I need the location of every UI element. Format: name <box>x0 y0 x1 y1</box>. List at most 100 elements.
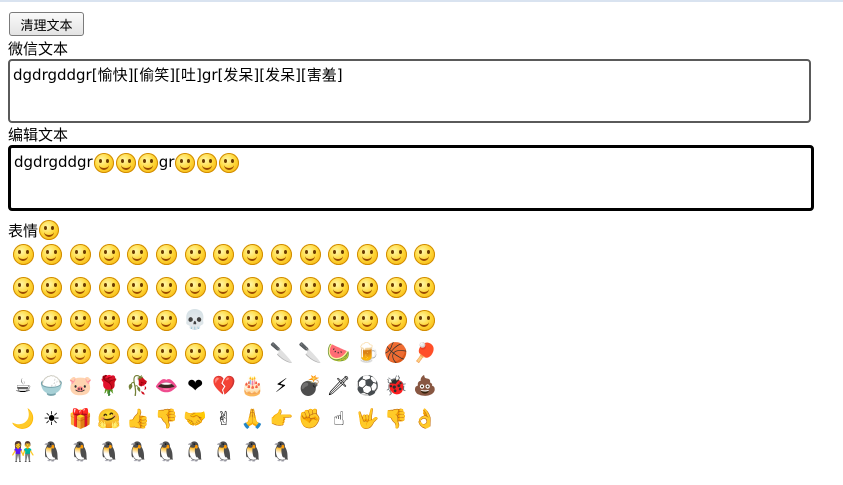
emoji-zip[interactable] <box>210 240 238 268</box>
emoji-cool[interactable] <box>124 240 152 268</box>
emoji-lightning[interactable]: ⚡ <box>267 372 295 400</box>
emoji-stare[interactable] <box>95 240 123 268</box>
emoji-heart[interactable]: ❤ <box>181 372 209 400</box>
emoji-snub[interactable] <box>66 339 94 367</box>
emoji-soldier[interactable] <box>411 273 439 301</box>
emoji-cleaver[interactable]: 🔪 <box>267 339 295 367</box>
emoji-right-hum[interactable] <box>9 339 37 367</box>
emoji-poop[interactable]: 💩 <box>411 372 439 400</box>
emoji-excited[interactable]: 🐧 <box>267 438 295 466</box>
emoji-sly[interactable] <box>382 306 410 334</box>
emoji-wronged[interactable] <box>95 339 123 367</box>
emoji-left-hum[interactable] <box>411 306 439 334</box>
emoji-rose[interactable]: 🌹 <box>95 372 123 400</box>
emoji-surprised[interactable] <box>411 240 439 268</box>
emoji-return[interactable]: 🐧 <box>181 438 209 466</box>
emoji-pingpong[interactable]: 🏓 <box>411 339 439 367</box>
emoji-angry[interactable] <box>325 240 353 268</box>
emoji-watermelon[interactable]: 🍉 <box>325 339 353 367</box>
emoji-roll-eyes[interactable] <box>210 273 238 301</box>
emoji-yawn[interactable] <box>38 339 66 367</box>
emoji-victory[interactable]: ✌ <box>210 405 238 433</box>
wechat-text-area[interactable]: dgdrgddgr[愉快][偷笑][吐]gr[发呆][发呆][害羞] <box>8 59 811 123</box>
emoji-couple[interactable]: 👫 <box>9 438 37 466</box>
emoji-smug[interactable] <box>239 273 267 301</box>
emoji-soccer[interactable]: ⚽ <box>353 372 381 400</box>
emoji-no[interactable]: 👎 <box>382 405 410 433</box>
emoji-love-you[interactable]: 🤟 <box>353 405 381 433</box>
emoji-curse[interactable] <box>38 306 66 334</box>
emoji-awkward[interactable] <box>353 306 381 334</box>
emoji-circle[interactable]: 🐧 <box>124 438 152 466</box>
emoji-startled[interactable] <box>210 339 238 367</box>
emoji-pinky[interactable]: ☝ <box>325 405 353 433</box>
emoji-scared[interactable] <box>325 273 353 301</box>
emoji-laugh[interactable] <box>382 273 410 301</box>
emoji-knife[interactable]: 🔪 <box>296 339 324 367</box>
emoji-hungry[interactable] <box>267 273 295 301</box>
emoji-fist-salute[interactable]: 🙏 <box>239 405 267 433</box>
emoji-struggle[interactable] <box>9 306 37 334</box>
emoji-knock[interactable] <box>210 306 238 334</box>
emoji-jump[interactable]: 🐧 <box>38 438 66 466</box>
emoji-smile[interactable] <box>9 240 37 268</box>
emoji-kiss[interactable] <box>181 339 209 367</box>
clear-text-button[interactable]: 清理文本 <box>9 12 84 36</box>
emoji-ok[interactable]: 👌 <box>411 405 439 433</box>
emoji-question[interactable] <box>66 306 94 334</box>
emoji-pick-nose[interactable] <box>296 306 324 334</box>
emoji-cold-sweat[interactable] <box>66 273 94 301</box>
emoji-shush[interactable] <box>95 306 123 334</box>
emoji-wilt[interactable]: 🥀 <box>124 372 152 400</box>
emoji-handshake[interactable]: 🤝 <box>181 405 209 433</box>
emoji-shiver[interactable]: 🐧 <box>66 438 94 466</box>
emoji-angry-penguin[interactable]: 🐧 <box>95 438 123 466</box>
emoji-lips[interactable]: 👄 <box>153 372 181 400</box>
emoji-heart-eyes[interactable] <box>66 240 94 268</box>
emoji-pout[interactable] <box>38 240 66 268</box>
emoji-moon[interactable]: 🌙 <box>9 405 37 433</box>
emoji-broken-heart[interactable]: 💔 <box>210 372 238 400</box>
edit-text-area[interactable]: dgdrgddgr gr <box>8 145 814 211</box>
emoji-applause[interactable] <box>325 306 353 334</box>
emoji-pleased[interactable] <box>181 273 209 301</box>
emoji-sneaky[interactable] <box>153 339 181 367</box>
emoji-cool2[interactable] <box>38 273 66 301</box>
emoji-thumbs-up[interactable]: 👍 <box>124 405 152 433</box>
emoji-gift[interactable]: 🎁 <box>66 405 94 433</box>
emoji-coffee[interactable]: ☕ <box>9 372 37 400</box>
emoji-basketball[interactable]: 🏀 <box>382 339 410 367</box>
emoji-cry-soon[interactable] <box>124 339 152 367</box>
emoji-grin[interactable] <box>382 240 410 268</box>
emoji-toggle-icon[interactable] <box>39 220 60 240</box>
emoji-pig[interactable]: 🐷 <box>66 372 94 400</box>
emoji-sad[interactable] <box>9 273 37 301</box>
emoji-dizzy[interactable] <box>124 306 152 334</box>
emoji-ladybug[interactable]: 🐞 <box>382 372 410 400</box>
emoji-bow[interactable]: 🐧 <box>153 438 181 466</box>
emoji-scream[interactable] <box>95 273 123 301</box>
emoji-wipe[interactable] <box>267 306 295 334</box>
emoji-bomb[interactable]: 💣 <box>296 372 324 400</box>
emoji-rice[interactable]: 🍚 <box>38 372 66 400</box>
emoji-thumbs-down[interactable]: 👎 <box>153 405 181 433</box>
emoji-giggle[interactable] <box>153 273 181 301</box>
emoji-dagger[interactable]: 🗡 <box>325 372 353 400</box>
emoji-skeleton[interactable]: 💀 <box>181 306 209 334</box>
emoji-embarrassed[interactable] <box>296 240 324 268</box>
emoji-bye[interactable] <box>239 306 267 334</box>
emoji-sleepy[interactable] <box>296 273 324 301</box>
emoji-beckon[interactable]: 👉 <box>267 405 295 433</box>
emoji-cry[interactable] <box>153 240 181 268</box>
emoji-sleep[interactable] <box>239 240 267 268</box>
emoji-fist[interactable]: ✊ <box>296 405 324 433</box>
emoji-tormented[interactable] <box>153 306 181 334</box>
emoji-sweat[interactable] <box>353 273 381 301</box>
emoji-beer[interactable]: 🍺 <box>353 339 381 367</box>
emoji-tongue[interactable] <box>353 240 381 268</box>
emoji-wave[interactable]: 🐧 <box>239 438 267 466</box>
emoji-vomit[interactable] <box>124 273 152 301</box>
emoji-pitiful[interactable] <box>239 339 267 367</box>
emoji-hug[interactable]: 🤗 <box>95 405 123 433</box>
emoji-shy[interactable] <box>181 240 209 268</box>
